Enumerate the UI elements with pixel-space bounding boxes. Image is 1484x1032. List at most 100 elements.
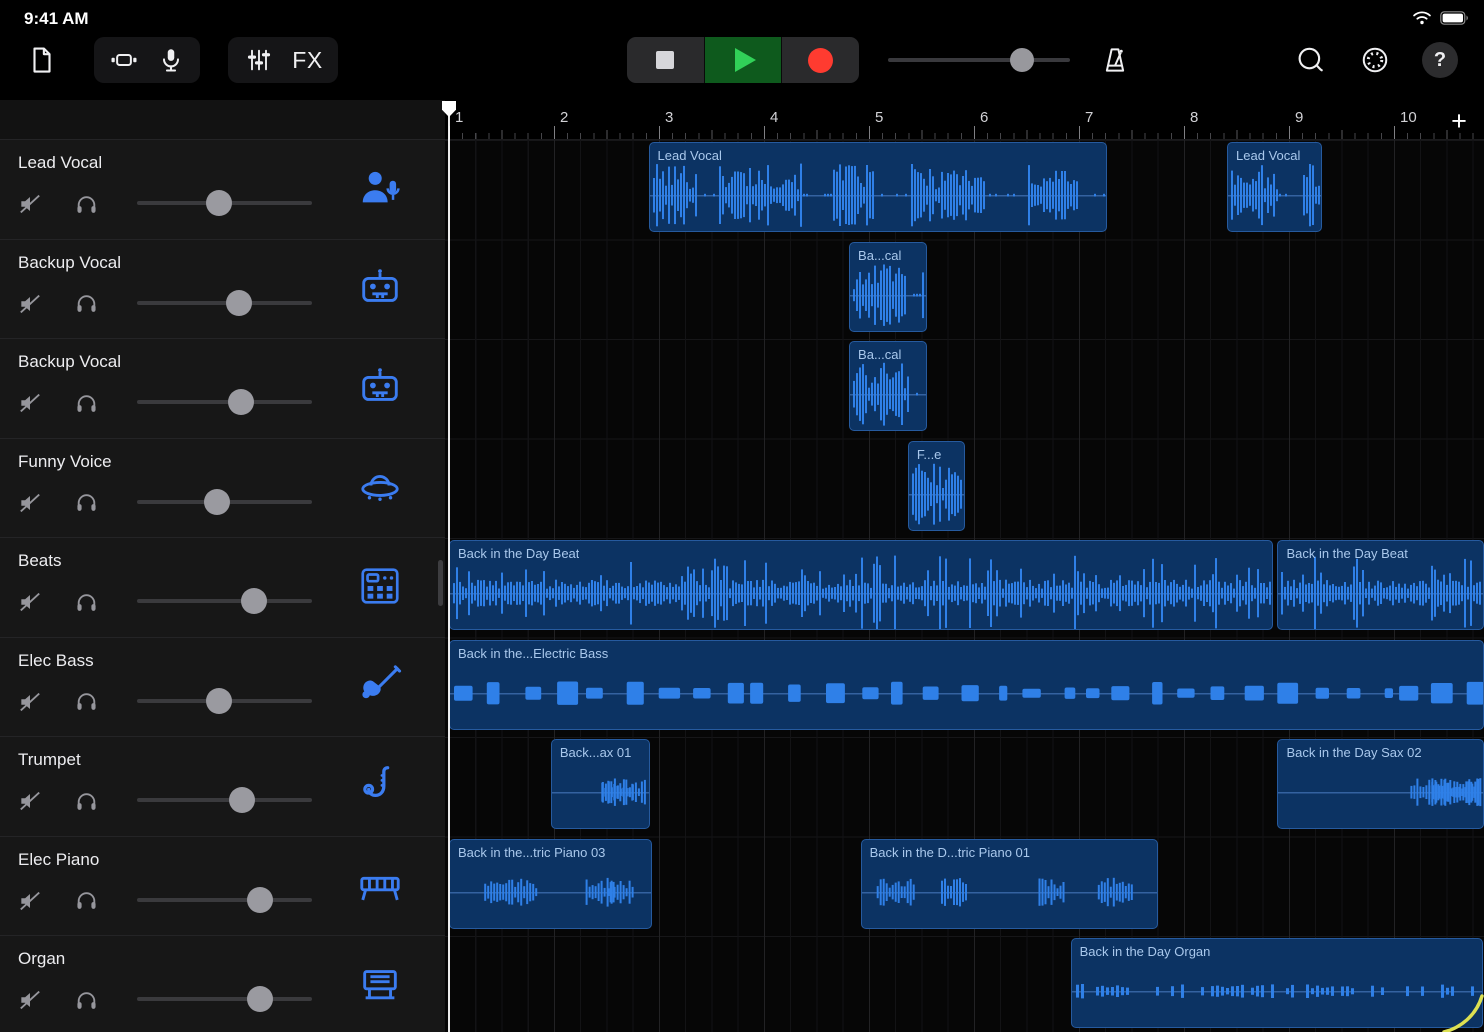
robot-icon[interactable]	[356, 264, 404, 312]
volume-knob[interactable]	[206, 688, 232, 714]
region-label: Back in the Day Beat	[458, 546, 579, 561]
organ-icon[interactable]	[356, 960, 404, 1008]
volume-slider[interactable]	[137, 290, 312, 316]
audio-region[interactable]: Back in the...Electric Bass	[449, 640, 1484, 730]
track-header-row[interactable]: Beats	[0, 538, 445, 638]
master-volume-knob[interactable]	[1010, 48, 1034, 72]
volume-slider[interactable]	[137, 389, 312, 415]
volume-knob[interactable]	[226, 290, 252, 316]
controls-sliders-icon[interactable]	[237, 38, 281, 82]
monitor-button[interactable]	[72, 887, 100, 915]
track-header-row[interactable]: Organ	[0, 936, 445, 1032]
settings-icon[interactable]	[1353, 38, 1397, 82]
mute-icon	[17, 490, 43, 516]
audio-region[interactable]: Back in the...tric Piano 03	[449, 839, 652, 929]
audio-region[interactable]: Lead Vocal	[649, 142, 1108, 232]
audio-region[interactable]: Ba...cal	[849, 242, 927, 332]
stop-button[interactable]	[627, 37, 704, 83]
audio-region[interactable]: Back...ax 01	[551, 739, 650, 829]
track-header-row[interactable]: Trumpet	[0, 737, 445, 837]
track-header-row[interactable]: Elec Piano	[0, 837, 445, 937]
robot-icon[interactable]	[356, 363, 404, 411]
track-header-row[interactable]: Elec Bass	[0, 638, 445, 738]
volume-knob[interactable]	[247, 887, 273, 913]
monitor-button[interactable]	[72, 986, 100, 1014]
volume-knob[interactable]	[241, 588, 267, 614]
vocalist-icon[interactable]	[356, 164, 404, 212]
ruler-bar-number: 7	[1085, 109, 1093, 126]
monitor-button[interactable]	[72, 787, 100, 815]
record-button[interactable]	[781, 37, 859, 83]
volume-slider[interactable]	[137, 688, 312, 714]
timeline-ruler[interactable]: 12345678910 +	[445, 100, 1484, 140]
volume-knob[interactable]	[247, 986, 273, 1012]
track-header-row[interactable]: Backup Vocal	[0, 240, 445, 340]
track-panel-resize-handle[interactable]	[438, 560, 443, 606]
mute-button[interactable]	[16, 588, 44, 616]
region-label: Back in the...tric Piano 03	[458, 845, 605, 860]
status-time: 9:41 AM	[24, 9, 89, 29]
monitor-button[interactable]	[72, 190, 100, 218]
volume-knob[interactable]	[228, 389, 254, 415]
ruler-bar-number: 10	[1400, 109, 1417, 126]
volume-track	[137, 898, 312, 902]
audio-region[interactable]: Back in the Day Organ	[1071, 938, 1484, 1028]
mute-button[interactable]	[16, 688, 44, 716]
region-label: Back...ax 01	[560, 745, 632, 760]
volume-knob[interactable]	[204, 489, 230, 515]
fx-button[interactable]: FX	[286, 38, 330, 82]
mute-button[interactable]	[16, 489, 44, 517]
help-button[interactable]: ?	[1418, 38, 1462, 82]
audio-region[interactable]: Back in the Day Beat	[1277, 540, 1484, 630]
drum-machine-icon[interactable]	[356, 562, 404, 610]
track-header-row[interactable]: Lead Vocal	[0, 140, 445, 240]
timeline-grid[interactable]: Lead Vocal Lead Vocal Ba...cal Ba...cal …	[445, 140, 1484, 1032]
mute-button[interactable]	[16, 190, 44, 218]
loop-browser-icon[interactable]	[1288, 38, 1332, 82]
monitor-button[interactable]	[72, 688, 100, 716]
monitor-button[interactable]	[72, 389, 100, 417]
ufo-icon[interactable]	[356, 463, 404, 511]
document-icon[interactable]	[20, 38, 64, 82]
volume-slider[interactable]	[137, 190, 312, 216]
mute-button[interactable]	[16, 887, 44, 915]
master-volume-slider[interactable]	[888, 48, 1070, 72]
audio-region[interactable]: Ba...cal	[849, 341, 927, 431]
volume-knob[interactable]	[229, 787, 255, 813]
audio-region[interactable]: Back in the Day Beat	[449, 540, 1273, 630]
monitor-button[interactable]	[72, 588, 100, 616]
mic-input-icon[interactable]	[149, 38, 193, 82]
region-label: F...e	[917, 447, 942, 462]
mute-button[interactable]	[16, 389, 44, 417]
audio-region[interactable]: F...e	[908, 441, 965, 531]
saxophone-icon[interactable]	[356, 761, 404, 809]
metronome-icon[interactable]	[1093, 38, 1137, 82]
volume-slider[interactable]	[137, 489, 312, 515]
audio-region[interactable]: Lead Vocal	[1227, 142, 1322, 232]
ruler-bar-number: 3	[665, 109, 673, 126]
track-header-row[interactable]: Backup Vocal	[0, 339, 445, 439]
bass-guitar-icon[interactable]	[356, 662, 404, 710]
audio-region[interactable]: Back in the D...tric Piano 01	[861, 839, 1158, 929]
record-icon	[808, 48, 833, 73]
gesture-indicator	[1438, 992, 1484, 1032]
mute-button[interactable]	[16, 290, 44, 318]
monitor-button[interactable]	[72, 290, 100, 318]
mute-button[interactable]	[16, 787, 44, 815]
track-display-icon[interactable]	[102, 38, 146, 82]
track-name: Organ	[18, 949, 65, 969]
headphones-icon	[74, 988, 99, 1013]
headphones-icon	[74, 888, 99, 913]
play-button[interactable]	[704, 37, 782, 83]
add-section-button[interactable]: +	[1442, 104, 1476, 138]
volume-slider[interactable]	[137, 986, 312, 1012]
electric-piano-icon[interactable]	[356, 861, 404, 909]
track-header-row[interactable]: Funny Voice	[0, 439, 445, 539]
volume-knob[interactable]	[206, 190, 232, 216]
audio-region[interactable]: Back in the Day Sax 02	[1277, 739, 1484, 829]
monitor-button[interactable]	[72, 489, 100, 517]
volume-slider[interactable]	[137, 887, 312, 913]
mute-button[interactable]	[16, 986, 44, 1014]
volume-slider[interactable]	[137, 787, 312, 813]
volume-slider[interactable]	[137, 588, 312, 614]
